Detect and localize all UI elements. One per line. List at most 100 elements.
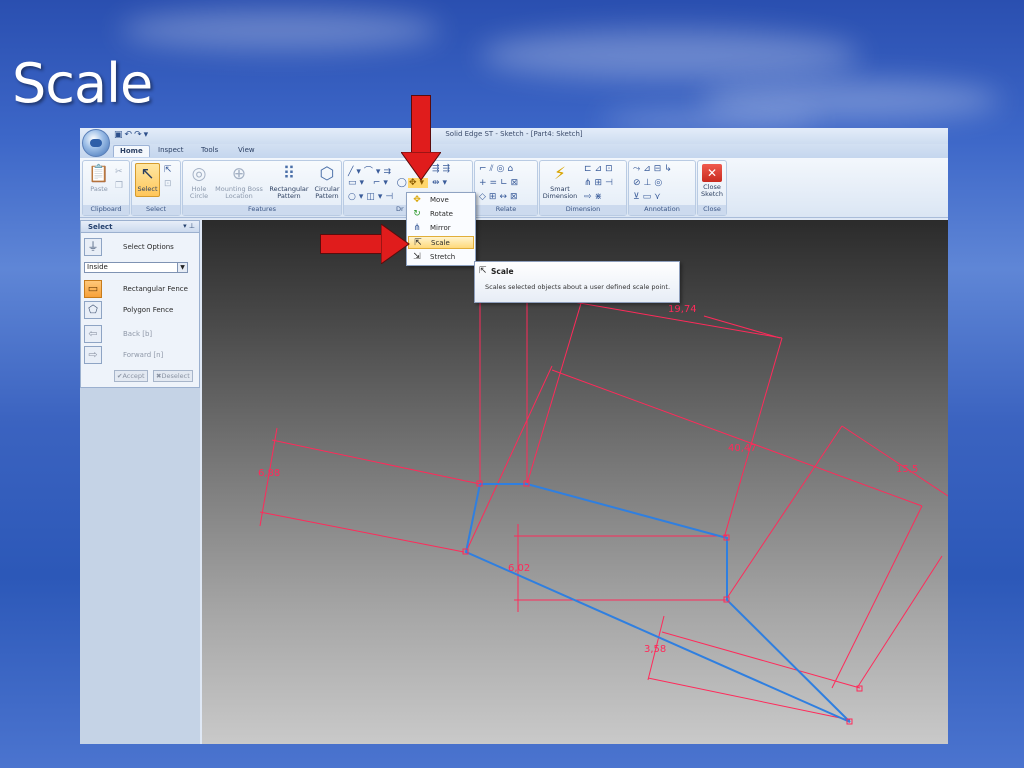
- tooltip-title: Scale: [491, 267, 514, 276]
- deselect-button[interactable]: ✖Deselect: [153, 370, 193, 382]
- group-annotation: ⤳⊿⊟↳ ⊘⊥◎ ⊻▭⋎ Annotation: [628, 160, 696, 216]
- circle-tools-icon[interactable]: ○▾◫▾⊣: [348, 192, 396, 202]
- group-dimension: ⚡ Smart Dimension ⊏⊿⊡ ⋔⊞⊣ ⇨⋇ Dimension: [539, 160, 627, 216]
- chevron-down-icon[interactable]: ▼: [177, 263, 187, 272]
- smart-dimension-button[interactable]: ⚡ Smart Dimension: [542, 164, 578, 200]
- group-clipboard: 📋 Paste ✂ ❐ Clipboard: [82, 160, 130, 216]
- paste-icon: 📋: [88, 164, 110, 184]
- polygon-fence-button[interactable]: ⬠ Polygon Fence: [84, 301, 198, 319]
- close-sketch-button[interactable]: ✕ Close Sketch: [699, 164, 725, 198]
- quick-access-toolbar: ▣↶↷▾: [114, 130, 150, 140]
- application-button[interactable]: [82, 129, 110, 157]
- group-features: ◎ Hole Circle ⊕ Mounting Boss Location ⠿…: [182, 160, 342, 216]
- extension-line: [723, 337, 783, 539]
- dimension-line: [841, 425, 948, 497]
- arrow-left-icon: ⇦: [84, 325, 102, 343]
- fence-mode-select[interactable]: Inside ▼: [84, 262, 188, 273]
- filter-icon: ⏚: [84, 238, 102, 256]
- dimension-row2-icons[interactable]: ⋔⊞⊣: [584, 178, 616, 188]
- group-label-close: Close: [698, 205, 726, 215]
- scale-tooltip: ⇱ Scale Scales selected objects about a …: [474, 261, 680, 303]
- hole-circle-button[interactable]: ◎ Hole Circle: [185, 164, 213, 200]
- extension-line: [271, 439, 481, 485]
- group-label-clipboard: Clipboard: [83, 205, 129, 215]
- tab-tools[interactable]: Tools: [201, 146, 218, 154]
- extension-line: [259, 511, 465, 553]
- relate-row1-icons[interactable]: ⌐⫽◎⌂: [479, 164, 516, 174]
- cursor-icon: ↖: [140, 164, 155, 184]
- move-icon: ✥: [413, 195, 421, 205]
- smart-dimension-icon: ⚡: [554, 164, 566, 184]
- mounting-boss-location-button[interactable]: ⊕ Mounting Boss Location: [213, 164, 265, 200]
- relate-row3-icons[interactable]: ◇⊞↔⊠: [479, 192, 521, 202]
- extension-line: [465, 365, 553, 553]
- tab-home[interactable]: Home: [113, 145, 150, 157]
- arrow-head: [381, 224, 410, 264]
- menu-item-rotate[interactable]: ↻ Rotate: [408, 208, 474, 221]
- ribbon: 📋 Paste ✂ ❐ Clipboard ↖ Select ⇱ ⊡ Selec…: [80, 158, 948, 218]
- dimension-value: 6,88: [258, 468, 280, 479]
- select-panel-body: Select ▾ ⊥ ⏚ Select Options Inside ▼ ▭ R…: [80, 220, 200, 388]
- copy-icon[interactable]: ❐: [115, 181, 126, 191]
- app-logo-icon: [90, 139, 102, 147]
- tab-inspect[interactable]: Inspect: [158, 146, 184, 154]
- select-button[interactable]: ↖ Select: [135, 163, 160, 197]
- redo-icon[interactable]: ↷: [134, 130, 144, 140]
- window-title: Solid Edge ST - Sketch - [Part4: Sketch]: [445, 130, 583, 138]
- chevron-down-icon[interactable]: ▾: [183, 222, 187, 230]
- close-icon: ✕: [702, 164, 722, 182]
- background-cloud: [120, 10, 440, 50]
- line-arc-tools-icon[interactable]: ╱▾⌒▾⇉: [348, 164, 394, 177]
- ribbon-tabs: Home Inspect Tools View: [80, 144, 948, 158]
- circular-pattern-icon: ⬡: [319, 164, 335, 184]
- undo-icon[interactable]: ↶: [125, 130, 135, 140]
- annotation-row3-icons[interactable]: ⊻▭⋎: [633, 192, 664, 202]
- menu-item-stretch[interactable]: ⇲ Stretch: [408, 251, 474, 264]
- rectangular-fence-icon: ▭: [84, 280, 102, 298]
- forward-button[interactable]: ⇨ Forward [n]: [84, 346, 198, 364]
- group-close: ✕ Close Sketch Close: [697, 160, 727, 216]
- save-icon[interactable]: ▣: [114, 130, 125, 140]
- menu-item-mirror[interactable]: ⋔ Mirror: [408, 222, 474, 235]
- extension-line: [856, 555, 943, 689]
- polygon-fence-icon: ⬠: [84, 301, 102, 319]
- rectangular-pattern-button[interactable]: ⠿ Rectangular Pattern: [267, 164, 311, 200]
- tooltip-description: Scales selected objects about a user def…: [485, 283, 671, 291]
- background-cloud: [600, 110, 820, 130]
- cut-icon[interactable]: ✂: [115, 167, 126, 177]
- slide-title: Scale: [12, 52, 153, 115]
- dimension-value: 19,74: [668, 304, 697, 315]
- crosshair-icon: ⊕: [231, 164, 247, 184]
- dimension-row1-icons[interactable]: ⊏⊿⊡: [584, 164, 616, 174]
- group-label-dimension: Dimension: [540, 205, 626, 215]
- extension-line: [831, 505, 923, 689]
- back-button[interactable]: ⇦ Back [b]: [84, 325, 198, 343]
- paste-button[interactable]: 📋 Paste: [86, 164, 112, 193]
- panel-title: Select: [88, 223, 113, 231]
- sketch-profile[interactable]: [464, 483, 851, 723]
- select-options-button[interactable]: ⏚ Select Options: [84, 238, 198, 256]
- menu-item-scale[interactable]: ⇱ Scale: [408, 236, 474, 249]
- circular-pattern-button[interactable]: ⬡ Circular Pattern: [312, 164, 342, 200]
- annotation-row1-icons[interactable]: ⤳⊿⊟↳: [633, 164, 675, 174]
- scale-icon: ⇱: [479, 266, 487, 276]
- relate-row2-icons[interactable]: +=∟⊠: [479, 178, 521, 188]
- group-select: ↖ Select ⇱ ⊡ Select: [131, 160, 181, 216]
- accept-button[interactable]: ✔Accept: [114, 370, 148, 382]
- select-tool-icon[interactable]: ⇱: [164, 165, 175, 175]
- rotate-icon: ↻: [413, 209, 421, 219]
- dimension-value: 15,5: [896, 464, 918, 475]
- chevron-down-icon[interactable]: ▾: [144, 130, 151, 140]
- menu-item-move[interactable]: ✥ Move: [408, 194, 474, 207]
- stretch-icon: ⇲: [413, 252, 421, 262]
- select-option-icon[interactable]: ⊡: [164, 179, 175, 189]
- rectangular-fence-button[interactable]: ▭ Rectangular Fence: [84, 280, 198, 298]
- panel-header: Select ▾ ⊥: [81, 221, 199, 233]
- dimension-row3-icons[interactable]: ⇨⋇: [584, 192, 605, 202]
- background-cloud: [480, 30, 860, 80]
- tab-view[interactable]: View: [238, 146, 255, 154]
- group-relate: ⌐⫽◎⌂ +=∟⊠ ◇⊞↔⊠ Relate: [474, 160, 538, 216]
- dimension-value: 40,47: [728, 443, 757, 454]
- pin-icon[interactable]: ⊥: [189, 222, 195, 230]
- annotation-row2-icons[interactable]: ⊘⊥◎: [633, 178, 665, 188]
